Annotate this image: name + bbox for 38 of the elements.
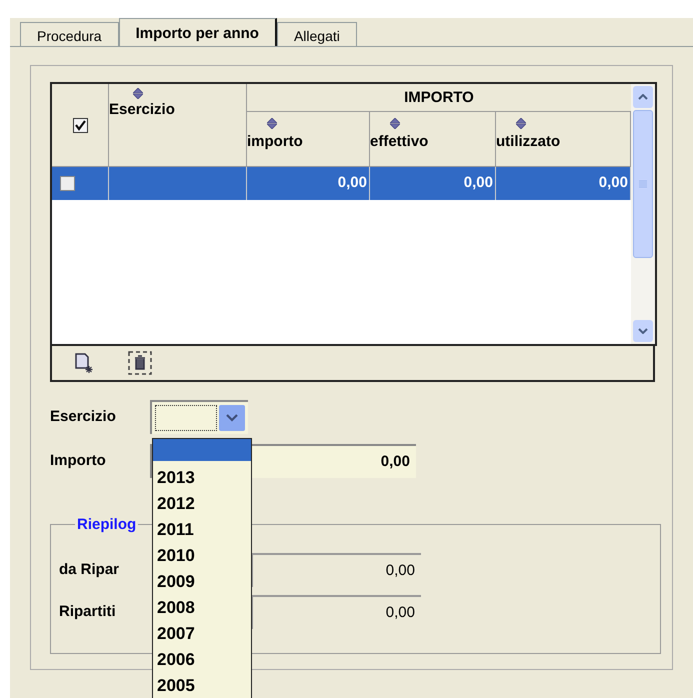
table-cell-text: 0,00	[598, 173, 628, 194]
new-document-icon[interactable]	[74, 352, 94, 374]
column-title: Esercizio	[109, 101, 175, 118]
tab[interactable]: Allegati	[276, 22, 357, 46]
trash-icon[interactable]	[128, 351, 152, 375]
sort-icon	[390, 118, 400, 129]
dropdown-item[interactable]: 2012	[153, 491, 251, 517]
dropdown-item[interactable]: 2009	[153, 569, 251, 595]
chevron-down-icon	[638, 328, 648, 334]
chevron-up-icon	[638, 94, 648, 100]
dropdown-item[interactable]: 2007	[153, 621, 251, 647]
field-label: Importo	[50, 450, 107, 471]
table-cell-text: 0,00	[338, 173, 367, 194]
grip-icon	[639, 180, 647, 188]
dropdown-item[interactable]: 2011	[153, 517, 251, 543]
checkbox[interactable]	[60, 176, 75, 191]
summary-field: 0,00	[251, 595, 421, 629]
table-cell-text: 0,00	[464, 173, 493, 194]
chevron-down-icon	[226, 414, 238, 422]
year-dropdown[interactable]	[150, 400, 248, 434]
sort-icon	[267, 118, 277, 129]
tab[interactable]: Importo per anno	[118, 18, 277, 46]
column-group-header: IMPORTO	[247, 84, 631, 112]
dropdown-item[interactable]: 2008	[153, 595, 251, 621]
tab[interactable]: Procedura	[20, 22, 119, 46]
dropdown-item[interactable]: 2010	[153, 543, 251, 569]
field-label: Esercizio	[50, 406, 117, 427]
scrollbar[interactable]	[631, 84, 655, 344]
summary-field: 0,00	[251, 553, 421, 587]
dropdown-item[interactable]: 2005	[153, 673, 251, 698]
field-label: da Ripar	[59, 560, 120, 578]
check-icon	[74, 120, 86, 130]
sort-icon	[516, 118, 526, 129]
dropdown-item[interactable]: 2006	[153, 647, 251, 673]
sort-icon	[133, 88, 143, 99]
field-label: Ripartiti	[59, 602, 116, 620]
table-row[interactable]: 0,00 0,00 0,00	[52, 167, 631, 200]
checkbox[interactable]	[72, 118, 88, 132]
